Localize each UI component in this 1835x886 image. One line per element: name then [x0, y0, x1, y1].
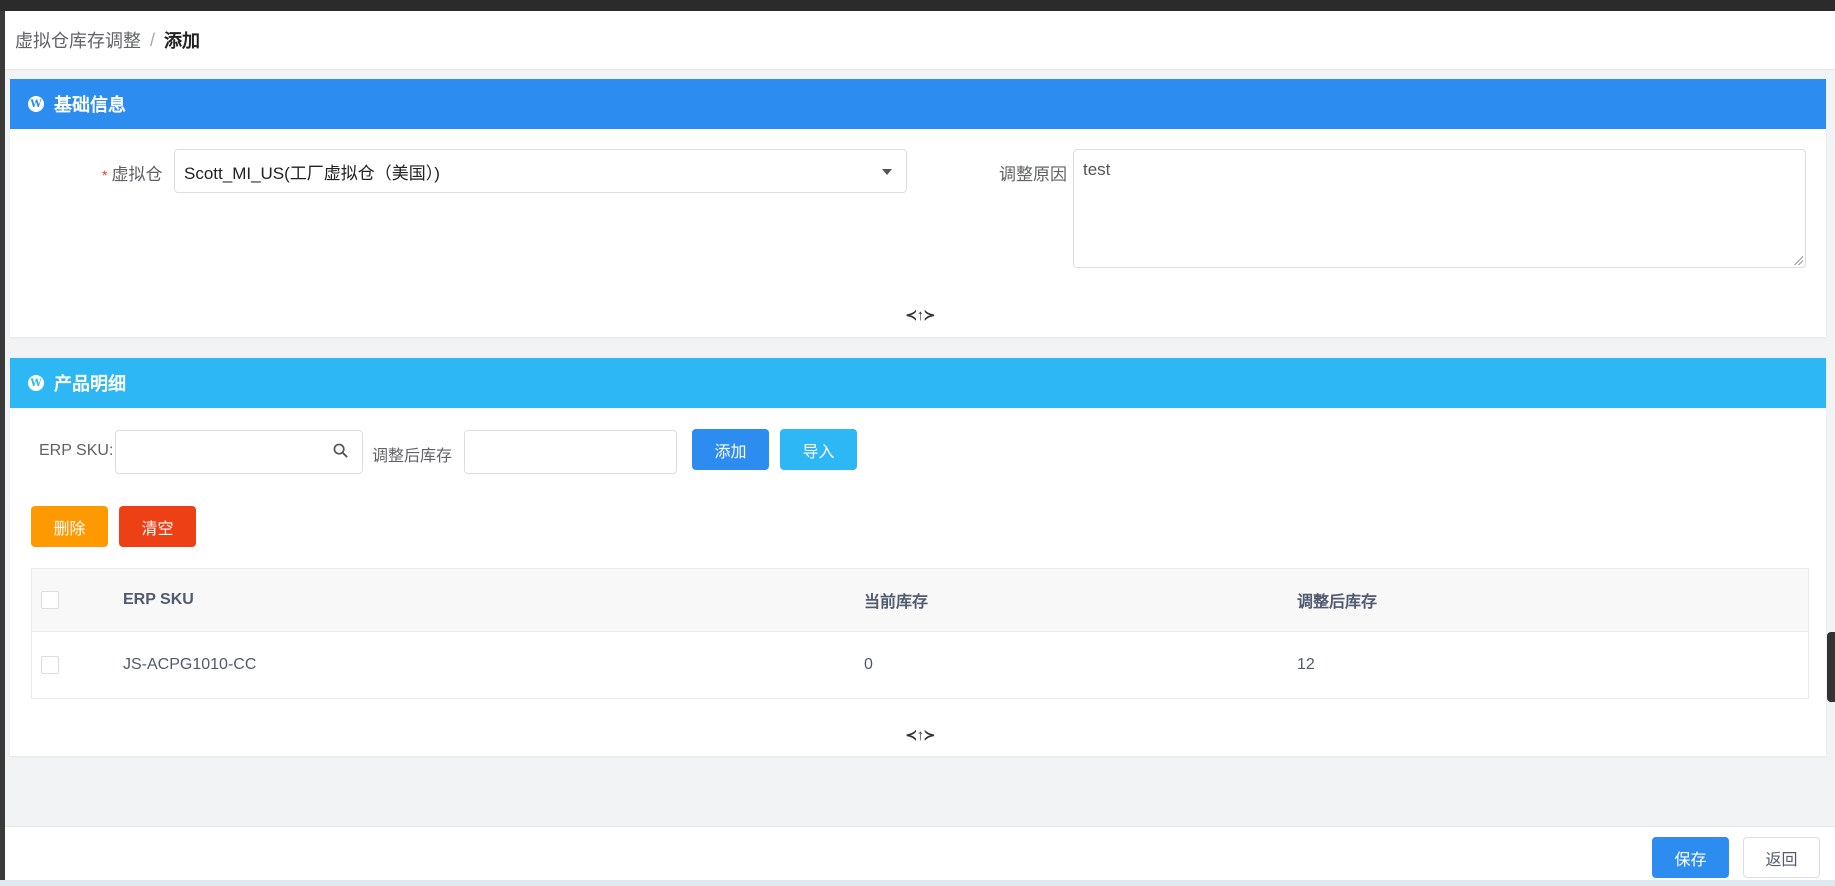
scrollbar-handle[interactable] — [1827, 632, 1835, 702]
left-edge — [0, 11, 5, 886]
column-header-sku: ERP SKU — [123, 591, 194, 608]
save-button[interactable]: 保存 — [1652, 837, 1729, 878]
top-bar — [0, 0, 1835, 11]
add-button[interactable]: 添加 — [692, 429, 769, 470]
product-detail-card: W 产品明细 ERP SKU: 调整后库存 添加 导入 删除 清空 ERP SK… — [10, 358, 1826, 756]
collapse-toggle-icon[interactable]: ≺↑≻ — [905, 306, 936, 324]
resize-handle-icon[interactable] — [1793, 255, 1803, 265]
breadcrumb-current: 添加 — [164, 31, 201, 51]
reason-text: test — [1083, 160, 1111, 179]
wordpress-icon: W — [28, 96, 44, 112]
basic-info-card: W 基础信息 * 虚拟仓 Scott_MI_US(工厂虚拟仓（美国）) 调整原因 … — [10, 79, 1826, 337]
import-button[interactable]: 导入 — [780, 429, 857, 470]
product-detail-title: 产品明细 — [54, 374, 126, 394]
adjusted-stock-label: 调整后库存 — [372, 448, 453, 465]
row-current-stock: 0 — [864, 656, 873, 673]
product-table: ERP SKU 当前库存 调整后库存 JS-ACPG1010-CC 0 12 — [31, 568, 1809, 699]
clear-button[interactable]: 清空 — [119, 506, 196, 547]
delete-button[interactable]: 删除 — [31, 506, 108, 547]
bottom-strip — [0, 880, 1835, 886]
row-checkbox[interactable] — [41, 656, 59, 674]
row-sku: JS-ACPG1010-CC — [123, 656, 257, 673]
row-adjusted-stock: 12 — [1297, 656, 1315, 673]
breadcrumb-separator: / — [150, 29, 156, 50]
warehouse-select[interactable]: Scott_MI_US(工厂虚拟仓（美国）) — [174, 149, 907, 193]
select-all-checkbox[interactable] — [41, 591, 59, 609]
footer-bar: 保存 返回 — [5, 826, 1835, 886]
sku-label: ERP SKU: — [39, 442, 114, 459]
table-header: ERP SKU 当前库存 调整后库存 — [32, 569, 1808, 632]
reason-label: 调整原因 — [999, 165, 1067, 184]
product-detail-header: W 产品明细 — [10, 358, 1826, 408]
collapse-toggle-icon[interactable]: ≺↑≻ — [905, 726, 936, 744]
breadcrumb: 虚拟仓库存调整 / 添加 — [5, 11, 1835, 70]
warehouse-select-value: Scott_MI_US(工厂虚拟仓（美国）) — [184, 163, 440, 183]
wordpress-icon: W — [28, 375, 44, 391]
basic-info-title: 基础信息 — [54, 95, 126, 115]
warehouse-label: * 虚拟仓 — [102, 165, 163, 184]
back-button[interactable]: 返回 — [1743, 837, 1820, 878]
table-row[interactable]: JS-ACPG1010-CC 0 12 — [32, 632, 1808, 698]
required-mark: * — [102, 167, 108, 183]
breadcrumb-parent[interactable]: 虚拟仓库存调整 — [15, 27, 141, 53]
adjusted-stock-input[interactable] — [464, 430, 677, 474]
caret-down-icon — [882, 169, 892, 175]
column-header-adjusted-stock: 调整后库存 — [1297, 594, 1378, 611]
search-icon[interactable] — [333, 443, 348, 458]
sku-search-input[interactable] — [115, 430, 363, 474]
reason-textarea[interactable]: test — [1073, 149, 1806, 268]
basic-info-header: W 基础信息 — [10, 79, 1826, 129]
column-header-current-stock: 当前库存 — [864, 594, 929, 611]
